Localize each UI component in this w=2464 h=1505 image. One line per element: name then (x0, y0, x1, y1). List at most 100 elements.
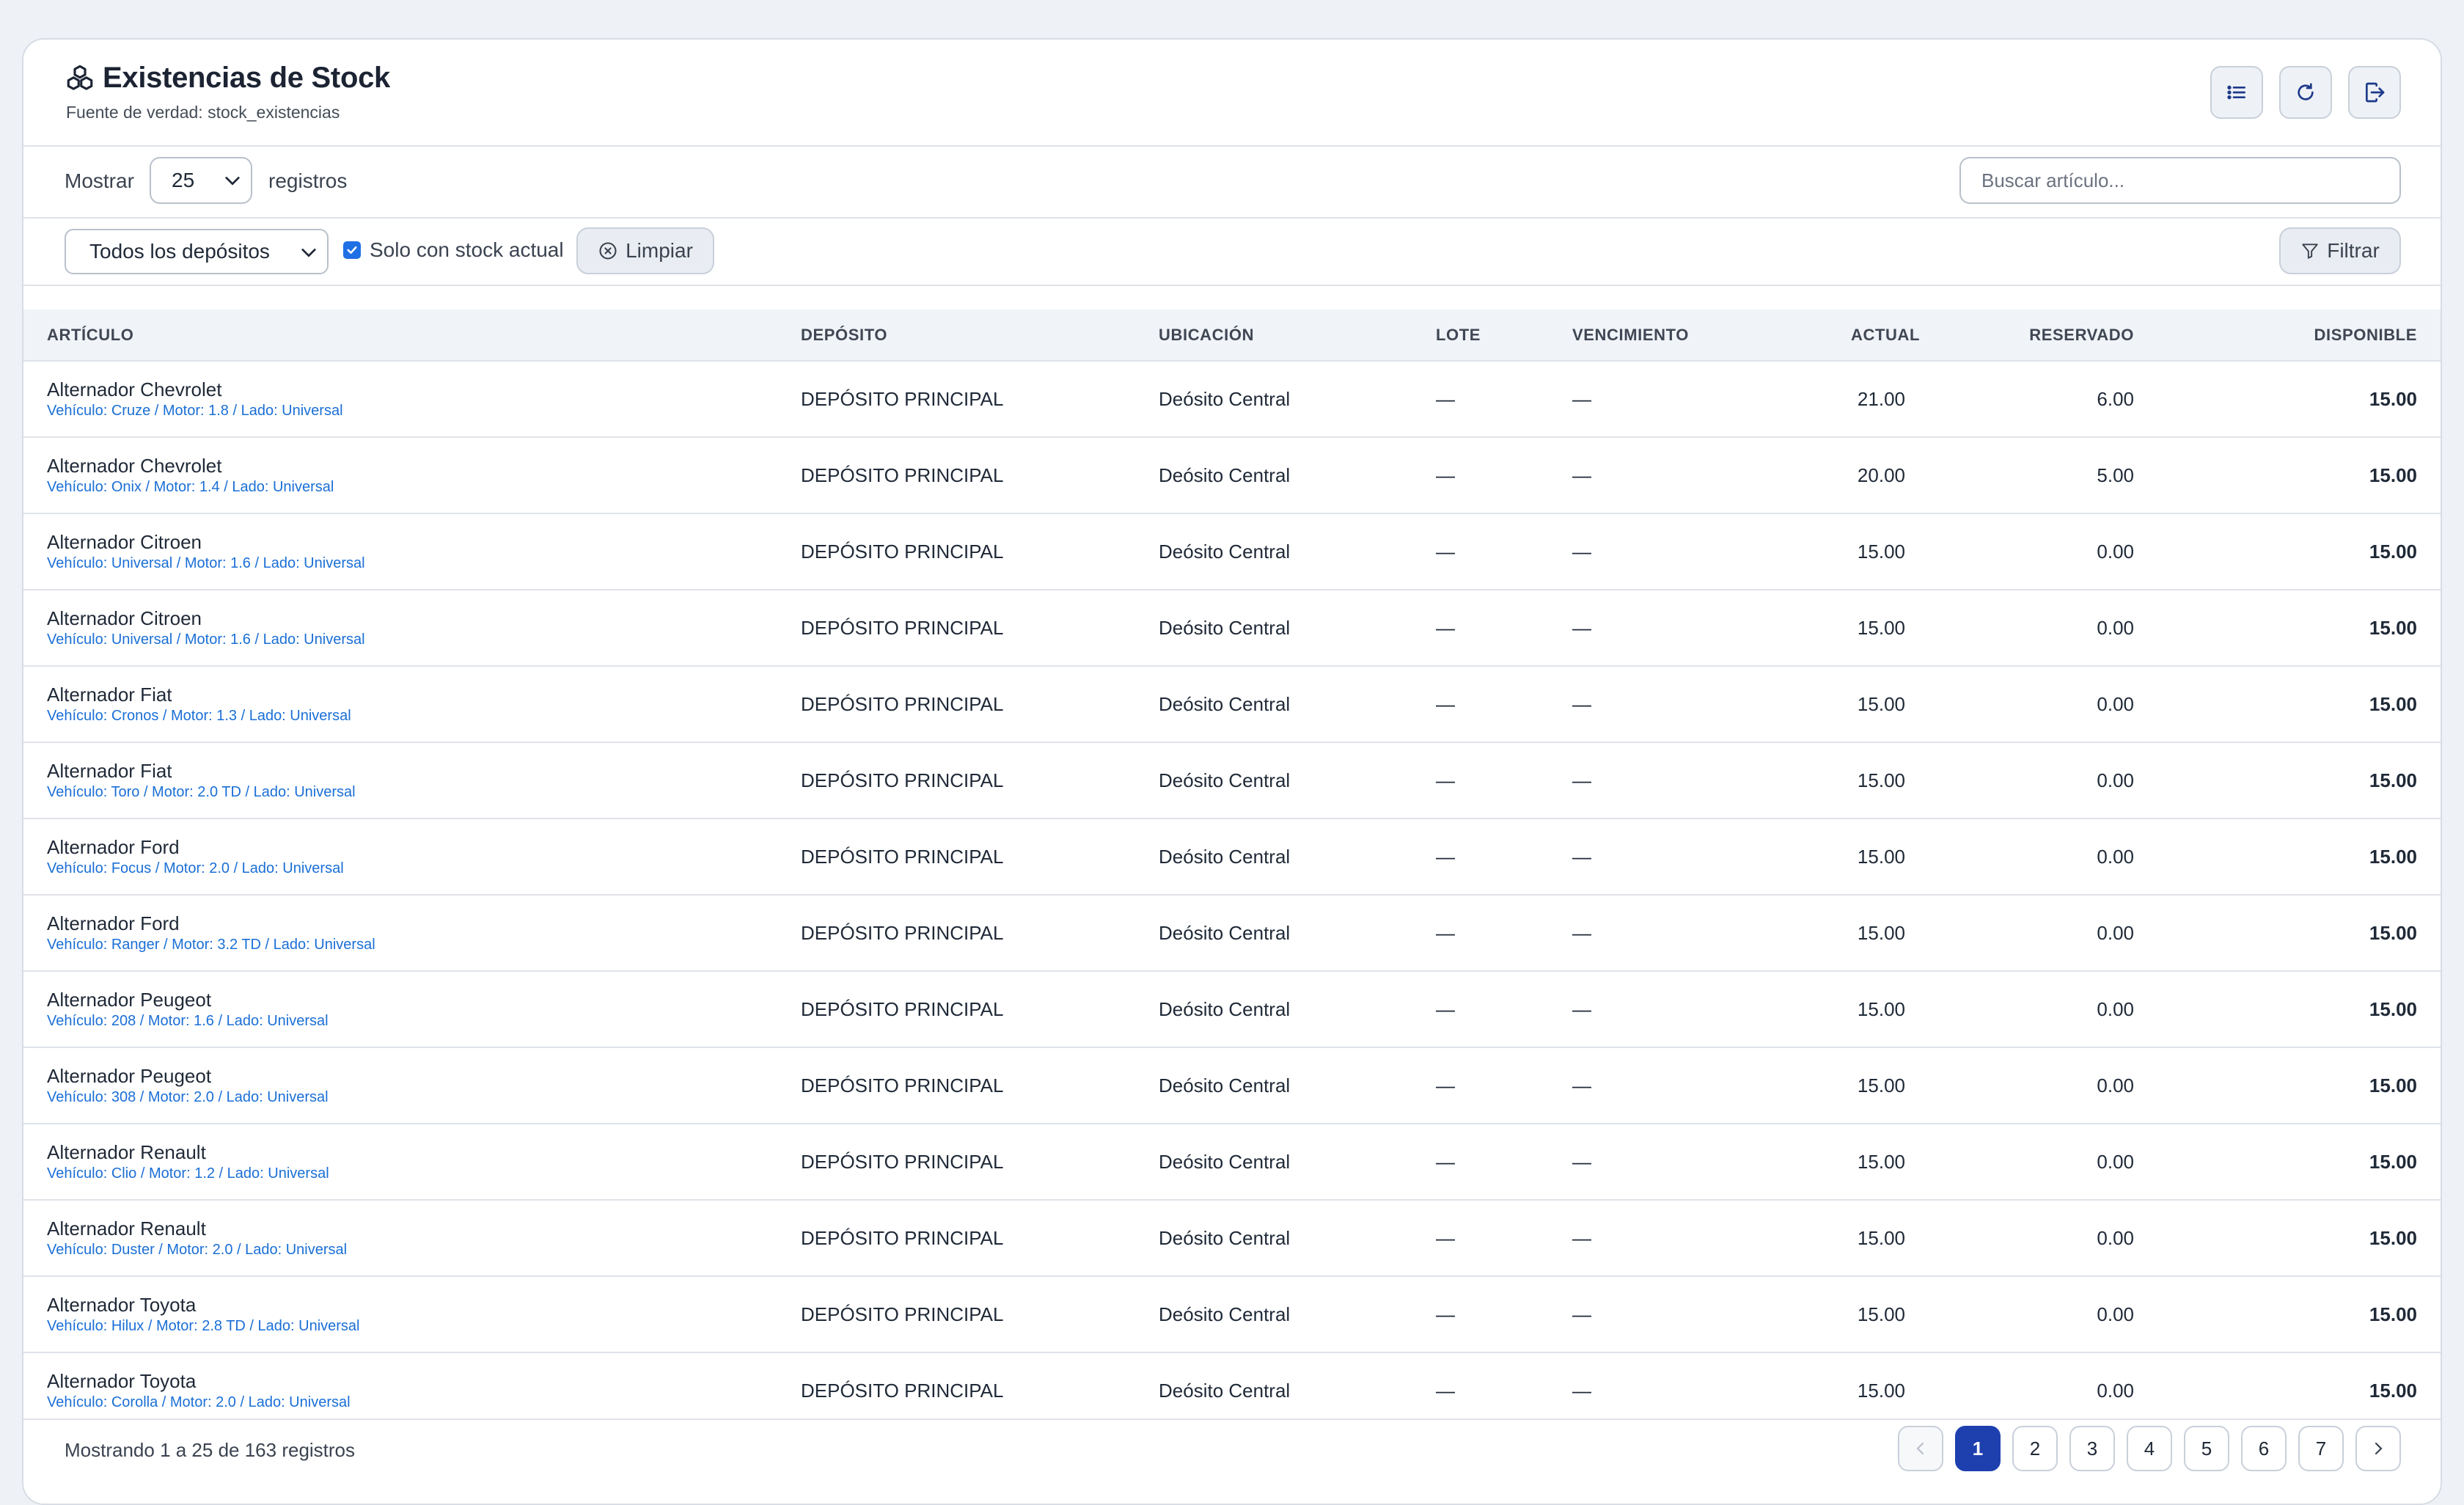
length-suffix: registros (268, 169, 348, 192)
table-row[interactable]: Alternador Chevrolet Vehículo: Cruze / Mo… (23, 361, 2441, 438)
cell-reservado: 5.00 (1905, 437, 2134, 514)
col-reservado[interactable]: RESERVADO (1905, 310, 2134, 362)
cell-disponible: 15.00 (2134, 742, 2441, 819)
cell-disponible: 15.00 (2134, 513, 2441, 590)
col-ubicacion[interactable]: UBICACIÓN (1159, 310, 1436, 362)
page-button[interactable]: 5 (2184, 1426, 2229, 1471)
cell-vencimiento: — (1572, 971, 1851, 1048)
cell-ubicacion: Deósito Central (1159, 1047, 1436, 1124)
cell-deposito: DEPÓSITO PRINCIPAL (801, 1047, 1159, 1124)
col-lote[interactable]: LOTE (1436, 310, 1572, 362)
cell-reservado: 0.00 (1905, 513, 2134, 590)
list-icon (2227, 85, 2245, 100)
cell-lote: — (1436, 1200, 1572, 1277)
articulo-name: Alternador Renault (47, 1141, 206, 1163)
page-button[interactable]: 3 (2069, 1426, 2115, 1471)
refresh-button[interactable] (2279, 66, 2332, 119)
articulo-name: Alternador Peugeot (47, 989, 212, 1011)
list-view-button[interactable] (2210, 66, 2263, 119)
table-row[interactable]: Alternador Citroen Vehículo: Universal / … (23, 590, 2441, 667)
cell-reservado: 0.00 (1905, 742, 2134, 819)
clear-button[interactable]: Limpiar (576, 227, 714, 274)
cell-lote: — (1436, 1124, 1572, 1201)
cell-vencimiento: — (1572, 1047, 1851, 1124)
page-button[interactable]: 2 (2012, 1426, 2058, 1471)
cell-reservado: 0.00 (1905, 1047, 2134, 1124)
col-vencimiento[interactable]: VENCIMIENTO (1572, 310, 1851, 362)
card-header: Existencias de Stock Fuente de verdad: s… (23, 40, 2441, 147)
cell-reservado: 0.00 (1905, 1276, 2134, 1353)
articulo-detail: Vehículo: 308 / Motor: 2.0 / Lado: Unive… (47, 1089, 329, 1105)
table-row[interactable]: Alternador Peugeot Vehículo: 208 / Motor:… (23, 971, 2441, 1048)
cell-articulo: Alternador Chevrolet Vehículo: Cruze / Mo… (23, 361, 801, 438)
cell-articulo: Alternador Fiat Vehículo: Cronos / Motor:… (23, 666, 801, 743)
cell-articulo: Alternador Ford Vehículo: Ranger / Motor:… (23, 895, 801, 972)
table-row[interactable]: Alternador Ford Vehículo: Focus / Motor: … (23, 819, 2441, 896)
articulo-detail: Vehículo: Focus / Motor: 2.0 / Lado: Uni… (47, 860, 344, 876)
filter-button[interactable]: Filtrar (2279, 227, 2401, 274)
page-length-select[interactable]: 25 (150, 157, 252, 204)
cell-articulo: Alternador Peugeot Vehículo: 208 / Motor:… (23, 971, 801, 1048)
title-row: Existencias de Stock (65, 62, 390, 95)
cell-actual: 15.00 (1851, 590, 1905, 667)
cell-lote: — (1436, 971, 1572, 1048)
solo-stock-toggle[interactable]: Solo con stock actual (343, 238, 564, 262)
cell-vencimiento: — (1572, 742, 1851, 819)
cell-lote: — (1436, 513, 1572, 590)
articulo-detail: Vehículo: Toro / Motor: 2.0 TD / Lado: U… (47, 784, 356, 800)
articulo-name: Alternador Peugeot (47, 1065, 212, 1087)
cell-lote: — (1436, 1352, 1572, 1429)
next-page-button[interactable] (2355, 1426, 2401, 1471)
table-row[interactable]: Alternador Renault Vehículo: Duster / Mot… (23, 1200, 2441, 1277)
cell-actual: 15.00 (1851, 666, 1905, 743)
cell-lote: — (1436, 1047, 1572, 1124)
cell-lote: — (1436, 1276, 1572, 1353)
cell-reservado: 0.00 (1905, 1124, 2134, 1201)
cell-vencimiento: — (1572, 590, 1851, 667)
cell-vencimiento: — (1572, 1200, 1851, 1277)
cell-disponible: 15.00 (2134, 1200, 2441, 1277)
table-row[interactable]: Alternador Fiat Vehículo: Cronos / Motor:… (23, 666, 2441, 743)
table-row[interactable]: Alternador Toyota Vehículo: Hilux / Motor… (23, 1276, 2441, 1353)
cell-lote: — (1436, 361, 1572, 438)
articulo-name: Alternador Citroen (47, 531, 202, 553)
cell-deposito: DEPÓSITO PRINCIPAL (801, 513, 1159, 590)
page-button[interactable]: 1 (1955, 1426, 2001, 1471)
cell-deposito: DEPÓSITO PRINCIPAL (801, 666, 1159, 743)
col-disponible[interactable]: DISPONIBLE (2134, 310, 2441, 362)
table-row[interactable]: Alternador Toyota Vehículo: Corolla / Mot… (23, 1352, 2441, 1429)
logout-button[interactable] (2348, 66, 2401, 119)
cell-lote: — (1436, 437, 1572, 514)
cell-disponible: 15.00 (2134, 361, 2441, 438)
cell-deposito: DEPÓSITO PRINCIPAL (801, 437, 1159, 514)
cell-actual: 20.00 (1851, 437, 1905, 514)
cell-lote: — (1436, 590, 1572, 667)
col-deposito[interactable]: DEPÓSITO (801, 310, 1159, 362)
articulo-name: Alternador Ford (47, 836, 180, 858)
articulo-name: Alternador Toyota (47, 1294, 197, 1316)
page-button[interactable]: 6 (2241, 1426, 2287, 1471)
prev-page-button[interactable] (1898, 1426, 1943, 1471)
deposito-select[interactable]: Todos los depósitos (65, 229, 329, 274)
cell-disponible: 15.00 (2134, 1124, 2441, 1201)
table-row[interactable]: Alternador Peugeot Vehículo: 308 / Motor:… (23, 1047, 2441, 1124)
table-row[interactable]: Alternador Fiat Vehículo: Toro / Motor: 2… (23, 742, 2441, 819)
cell-actual: 15.00 (1851, 742, 1905, 819)
articulo-name: Alternador Chevrolet (47, 455, 222, 477)
table-row[interactable]: Alternador Ford Vehículo: Ranger / Motor:… (23, 895, 2441, 972)
table-row[interactable]: Alternador Chevrolet Vehículo: Onix / Mot… (23, 437, 2441, 514)
articulo-name: Alternador Citroen (47, 607, 202, 629)
articulo-detail: Vehículo: Clio / Motor: 1.2 / Lado: Univ… (47, 1165, 329, 1182)
articulo-name: Alternador Ford (47, 912, 180, 934)
table-info: Mostrando 1 a 25 de 163 registros (65, 1439, 356, 1461)
col-articulo[interactable]: ARTÍCULO (23, 310, 801, 362)
page-button[interactable]: 7 (2298, 1426, 2344, 1471)
cell-disponible: 15.00 (2134, 1047, 2441, 1124)
search-input[interactable] (1959, 157, 2401, 204)
table-row[interactable]: Alternador Citroen Vehículo: Universal / … (23, 513, 2441, 590)
col-actual[interactable]: ACTUAL (1851, 310, 1919, 362)
solo-stock-checkbox[interactable] (343, 241, 361, 259)
page-button[interactable]: 4 (2127, 1426, 2172, 1471)
table-row[interactable]: Alternador Renault Vehículo: Clio / Motor… (23, 1124, 2441, 1201)
chevron-down-icon (225, 177, 240, 186)
